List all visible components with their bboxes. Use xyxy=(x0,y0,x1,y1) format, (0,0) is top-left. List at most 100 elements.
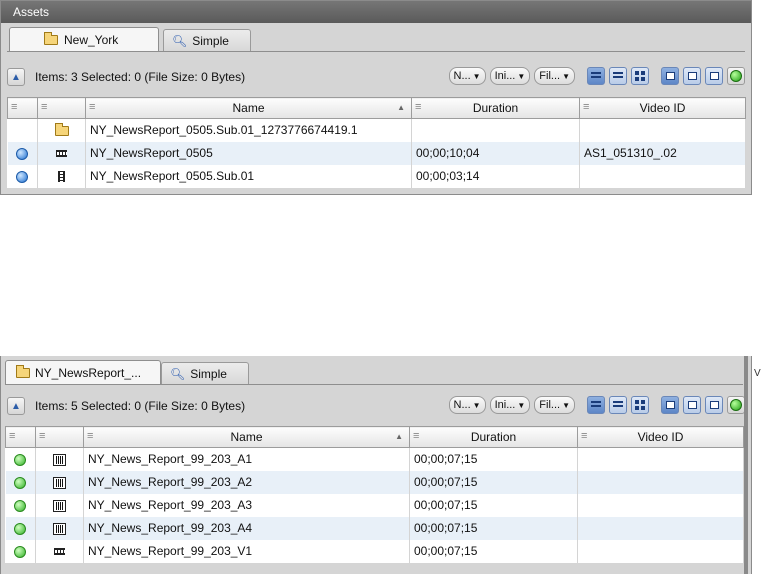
table-header-row: ≡ ≡ ≡ Name ▲ ≡ Duration ≡ Video ID xyxy=(5,426,744,448)
column-header-name[interactable]: ≡ Name ▲ xyxy=(85,97,412,119)
column-menu-icon: ≡ xyxy=(89,101,96,113)
file-filter-dropdown[interactable]: Fil... ▼ xyxy=(534,67,575,85)
blue-status-icon xyxy=(16,170,29,183)
arrow-up-icon: ▲ xyxy=(11,71,21,83)
column-header-duration[interactable]: ≡ Duration xyxy=(411,97,580,119)
column-menu-icon: ≡ xyxy=(41,101,48,113)
row-icon-cell xyxy=(37,164,86,188)
column-menu-icon: ≡ xyxy=(415,101,422,113)
table-row[interactable]: NY_NewsReport_0505.Sub.01 00;00;03;14 xyxy=(7,164,746,188)
tab-label: NY_NewsReport_... xyxy=(35,366,142,380)
cell-duration: 00;00;07;15 xyxy=(409,493,578,517)
file-filter-dropdown[interactable]: Fil... ▼ xyxy=(534,396,575,414)
column-label: Video ID xyxy=(639,101,686,115)
sort-ascending-icon: ▲ xyxy=(397,103,405,112)
tab-ny-newsreport[interactable]: NY_NewsReport_... xyxy=(5,360,161,385)
name-filter-dropdown[interactable]: N... ▼ xyxy=(448,396,486,414)
toolbar: ▲ Items: 5 Selected: 0 (File Size: 0 Byt… xyxy=(7,392,745,420)
refresh-status-button[interactable] xyxy=(727,396,745,414)
assets-panel: Assets New_York 🔍︎ Simple ▲ Items: 3 Sel… xyxy=(0,0,752,195)
cell-duration: 00;00;07;15 xyxy=(409,539,578,563)
details-view-button[interactable] xyxy=(587,67,605,85)
row-icon-cell xyxy=(35,516,84,540)
preview-large-button[interactable] xyxy=(661,67,679,85)
dropdown-value: Fil... xyxy=(539,399,561,411)
table-row[interactable]: NY_News_Report_99_203_A4 00;00;07;15 xyxy=(5,516,744,540)
preview-large-button[interactable] xyxy=(661,396,679,414)
chevron-down-icon: ▼ xyxy=(562,400,570,410)
column-header-video-id[interactable]: ≡ Video ID xyxy=(577,426,744,448)
details-view-button[interactable] xyxy=(587,396,605,414)
column-header-name[interactable]: ≡ Name ▲ xyxy=(83,426,410,448)
bin-panel: NY_NewsReport_... 🔍︎ Simple ▲ Items: 5 S… xyxy=(0,356,752,574)
tab-strip: New_York 🔍︎ Simple xyxy=(1,23,751,52)
initial-filter-dropdown[interactable]: Ini... ▼ xyxy=(489,67,531,85)
preview-medium-button[interactable] xyxy=(683,396,701,414)
column-menu-icon: ≡ xyxy=(581,430,588,442)
cell-video-id xyxy=(579,118,746,142)
assets-table-2: ≡ ≡ ≡ Name ▲ ≡ Duration ≡ Video ID NY_News_R… xyxy=(5,426,744,563)
column-header-icon[interactable]: ≡ xyxy=(37,97,86,119)
green-status-icon xyxy=(730,399,742,411)
up-folder-button[interactable]: ▲ xyxy=(7,397,25,415)
tab-label: Simple xyxy=(192,33,229,48)
table-row[interactable]: NY_News_Report_99_203_A1 00;00;07;15 xyxy=(5,447,744,471)
up-folder-button[interactable]: ▲ xyxy=(7,68,25,86)
column-menu-icon: ≡ xyxy=(39,430,46,442)
dropdown-value: Fil... xyxy=(539,70,561,82)
tab-simple[interactable]: 🔍︎ Simple xyxy=(163,29,251,51)
window-icon xyxy=(665,401,675,409)
audio-waveform-icon xyxy=(53,476,66,489)
splitter-handle[interactable] xyxy=(744,356,748,574)
dropdown-value: N... xyxy=(453,70,471,82)
cell-video-id xyxy=(577,539,744,563)
column-header-indicator[interactable]: ≡ xyxy=(5,426,36,448)
column-header-video-id[interactable]: ≡ Video ID xyxy=(579,97,746,119)
chevron-down-icon: ▼ xyxy=(517,71,526,81)
column-header-indicator[interactable]: ≡ xyxy=(7,97,38,119)
column-header-icon[interactable]: ≡ xyxy=(35,426,84,448)
green-status-icon xyxy=(14,476,27,489)
tab-simple[interactable]: 🔍︎ Simple xyxy=(161,362,249,384)
preview-medium-button[interactable] xyxy=(683,67,701,85)
table-row[interactable]: NY_NewsReport_0505.Sub.01_1273776674419.… xyxy=(7,118,746,142)
tab-label: New_York xyxy=(64,33,119,47)
refresh-status-button[interactable] xyxy=(727,67,745,85)
table-row[interactable]: NY_News_Report_99_203_V1 00;00;07;15 xyxy=(5,539,744,563)
column-menu-icon: ≡ xyxy=(583,101,590,113)
column-label: Name xyxy=(232,101,265,115)
list-icon xyxy=(591,71,601,81)
table-row[interactable]: NY_NewsReport_0505 00;00;10;04 AS1_05131… xyxy=(7,141,746,165)
film-strip-icon xyxy=(56,150,67,158)
row-indicator xyxy=(7,164,38,188)
column-label: Duration xyxy=(472,101,519,115)
initial-filter-dropdown[interactable]: Ini... ▼ xyxy=(489,396,531,414)
column-header-duration[interactable]: ≡ Duration xyxy=(409,426,578,448)
green-status-icon xyxy=(730,70,742,82)
column-label: Duration xyxy=(470,430,517,444)
cell-video-id xyxy=(577,470,744,494)
table-row[interactable]: NY_News_Report_99_203_A2 00;00;07;15 xyxy=(5,470,744,494)
preview-small-button[interactable] xyxy=(705,396,723,414)
dropdown-value: Ini... xyxy=(494,70,516,82)
cell-name: NY_News_Report_99_203_A4 xyxy=(83,516,410,540)
tab-new-york[interactable]: New_York xyxy=(9,27,159,52)
list-view-button[interactable] xyxy=(609,396,627,414)
list-view-button[interactable] xyxy=(609,67,627,85)
row-icon-cell xyxy=(35,539,84,563)
preview-small-button[interactable] xyxy=(705,67,723,85)
grid-icon xyxy=(635,71,645,81)
thumbnail-view-button[interactable] xyxy=(631,396,649,414)
view-controls: N... ▼ Ini... ▼ Fil... ▼ xyxy=(448,67,745,85)
column-menu-icon: ≡ xyxy=(87,430,94,442)
green-status-icon xyxy=(14,522,27,535)
green-status-icon xyxy=(14,545,27,558)
green-status-icon xyxy=(14,454,27,467)
audio-waveform-icon xyxy=(53,454,66,467)
name-filter-dropdown[interactable]: N... ▼ xyxy=(448,67,486,85)
dropdown-value: N... xyxy=(453,399,471,411)
column-menu-icon: ≡ xyxy=(413,430,420,442)
thumbnail-view-button[interactable] xyxy=(631,67,649,85)
cell-duration: 00;00;10;04 xyxy=(411,141,580,165)
table-row[interactable]: NY_News_Report_99_203_A3 00;00;07;15 xyxy=(5,493,744,517)
